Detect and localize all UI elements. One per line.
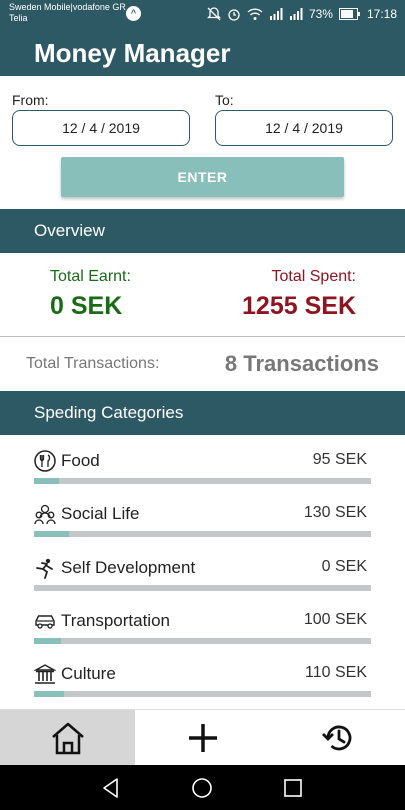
- total-transactions-value: 8 Transactions: [224, 351, 379, 376]
- status-icons: 73% 17:18: [206, 6, 397, 22]
- nav-history-button[interactable]: [270, 710, 405, 766]
- food-icon: [34, 450, 56, 472]
- recents-icon[interactable]: [282, 777, 304, 799]
- to-date-input[interactable]: 12 / 4 / 2019: [215, 110, 393, 146]
- category-row-social-life[interactable]: Social Life 130 SEK: [34, 503, 371, 553]
- carrier-line-1: Sweden Mobile|vodafone GR: [9, 2, 126, 12]
- nav-add-button[interactable]: [135, 710, 270, 766]
- home-icon: [51, 722, 84, 755]
- category-amount: 130 SEK: [303, 504, 367, 521]
- category-name: Self Development: [61, 558, 196, 577]
- spending-categories-header: Speding Categories: [0, 391, 405, 435]
- system-navigation-bar: [0, 765, 405, 810]
- bottom-navigation: [0, 709, 405, 766]
- category-progress-bar: [34, 691, 371, 697]
- battery-icon: [338, 8, 360, 20]
- status-bar: Sweden Mobile|vodafone GR Telia ^ 73% 17…: [0, 0, 405, 28]
- category-progress-bar: [34, 585, 371, 591]
- enter-button[interactable]: ENTER: [61, 157, 344, 197]
- category-row-culture[interactable]: Culture 110 SEK: [34, 663, 371, 713]
- to-label: To:: [215, 92, 234, 108]
- app-title: Money Manager: [34, 38, 231, 68]
- history-icon: [321, 725, 351, 751]
- category-progress-fill: [34, 638, 61, 644]
- category-name: Transportation: [61, 611, 170, 630]
- category-name: Culture: [61, 664, 116, 683]
- notification-icon: ^: [126, 6, 141, 21]
- back-icon[interactable]: [100, 777, 122, 799]
- category-amount: 110 SEK: [305, 664, 367, 681]
- category-row-self-development[interactable]: Self Development 0 SEK: [34, 557, 371, 607]
- category-row-transportation[interactable]: Transportation 100 SEK: [34, 610, 371, 660]
- category-name: Food: [61, 451, 100, 470]
- signal-icon-1: [269, 8, 283, 20]
- wifi-icon: [247, 7, 263, 20]
- museum-icon: [34, 664, 56, 684]
- total-transactions-label: Total Transactions:: [26, 355, 160, 372]
- category-progress-bar: [34, 638, 371, 644]
- add-icon: [188, 724, 217, 752]
- self-development-icon: [36, 558, 53, 579]
- category-name: Social Life: [61, 504, 140, 523]
- total-spent-label: Total Spent:: [271, 268, 357, 285]
- from-label: From:: [12, 92, 49, 108]
- app-bar: Money Manager: [0, 28, 405, 76]
- category-progress-bar: [34, 531, 371, 537]
- overview-header: Overview: [0, 209, 405, 253]
- category-amount: 100 SEK: [303, 611, 367, 628]
- category-progress-fill: [34, 478, 59, 484]
- total-earnt-value: 0 SEK: [50, 292, 123, 320]
- clock: 17:18: [366, 7, 397, 21]
- carrier-text: Sweden Mobile|vodafone GR Telia: [9, 2, 129, 24]
- category-progress-fill: [34, 691, 64, 697]
- battery-percent: 73%: [308, 7, 333, 21]
- signal-icon-2: [289, 8, 303, 20]
- total-spent-value: 1255 SEK: [242, 292, 356, 320]
- carrier-line-2: Telia: [9, 13, 28, 23]
- divider: [0, 336, 405, 337]
- category-row-food[interactable]: Food 95 SEK: [34, 450, 371, 500]
- home-circle-icon[interactable]: [191, 777, 213, 799]
- people-icon: [34, 504, 56, 525]
- category-amount: 95 SEK: [312, 451, 367, 468]
- nav-home-button[interactable]: [0, 710, 135, 766]
- category-amount: 0 SEK: [321, 558, 367, 575]
- from-date-input[interactable]: 12 / 4 / 2019: [12, 110, 190, 146]
- total-earnt-label: Total Earnt:: [50, 268, 131, 285]
- category-progress-fill: [34, 531, 70, 537]
- category-progress-bar: [34, 478, 371, 484]
- car-icon: [35, 615, 55, 629]
- alarm-icon: [228, 9, 240, 21]
- mute-icon: [206, 7, 221, 21]
